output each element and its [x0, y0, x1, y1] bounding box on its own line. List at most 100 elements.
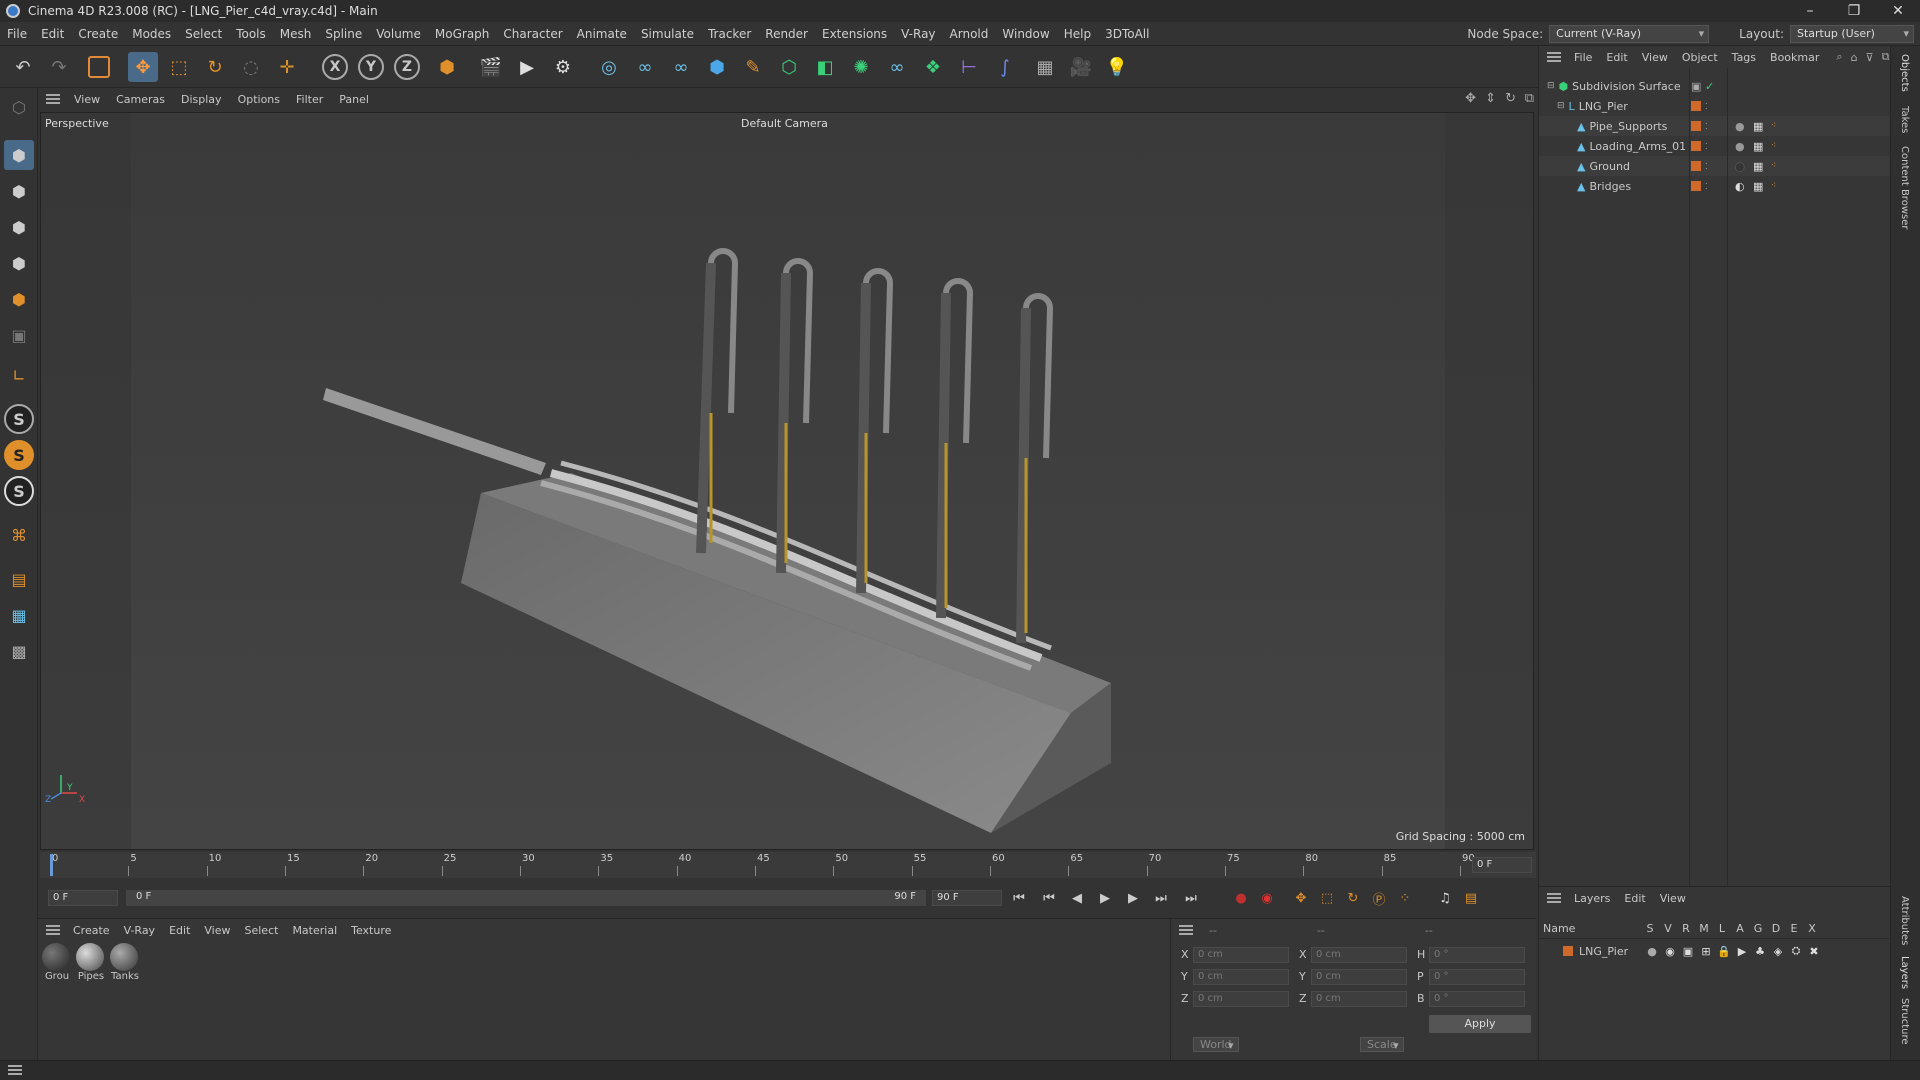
polygons-mode-icon[interactable]: ⬢: [4, 284, 34, 314]
key-position-icon[interactable]: ✥: [1290, 887, 1312, 909]
menu-arnold[interactable]: Arnold: [943, 27, 996, 41]
visibility-dots-icon[interactable]: ⁚: [1705, 142, 1708, 151]
python-icon-2[interactable]: ∞: [666, 52, 696, 82]
layers-col-d[interactable]: D: [1767, 922, 1785, 935]
menu-mograph[interactable]: MoGraph: [428, 27, 497, 41]
menu-mesh[interactable]: Mesh: [273, 27, 319, 41]
edit-toggle-icon[interactable]: ▣: [1691, 80, 1701, 93]
light-icon[interactable]: 💡: [1102, 52, 1132, 82]
key-scale-icon[interactable]: ⬚: [1316, 887, 1338, 909]
uv-mode-icon[interactable]: ▣: [4, 320, 34, 350]
apply-button[interactable]: Apply: [1429, 1015, 1531, 1033]
layer-color-swatch[interactable]: [1563, 946, 1573, 956]
phong-tag-icon[interactable]: ⁖: [1771, 161, 1776, 171]
object-row-lng-pier[interactable]: ⊟ L LNG_Pier ⁚: [1539, 96, 1889, 116]
maximize-button[interactable]: ❐: [1832, 0, 1876, 22]
menu-3dtoall[interactable]: 3DToAll: [1098, 27, 1156, 41]
z-axis-icon[interactable]: Z: [394, 54, 420, 80]
viewport-menu-cameras[interactable]: Cameras: [108, 93, 173, 106]
menu-spline[interactable]: Spline: [318, 27, 369, 41]
locked-workplane-icon[interactable]: ▩: [4, 636, 34, 666]
layers-menu-view[interactable]: View: [1653, 892, 1693, 905]
material-menu-select[interactable]: Select: [238, 924, 286, 937]
menu-volume[interactable]: Volume: [369, 27, 428, 41]
layer-color-swatch[interactable]: [1691, 101, 1701, 111]
previous-frame-icon[interactable]: ◀: [1066, 887, 1088, 909]
end-frame-field[interactable]: 90 F: [932, 890, 1002, 906]
layers-col-e[interactable]: E: [1785, 922, 1803, 935]
undo-icon[interactable]: ↶: [8, 52, 38, 82]
cube-icon[interactable]: ⬢: [702, 52, 732, 82]
material-menu-edit[interactable]: Edit: [162, 924, 197, 937]
side-tab-structure[interactable]: Structure: [1899, 998, 1910, 1045]
expressions-icon[interactable]: ⛭: [1787, 944, 1805, 958]
layers-col-l[interactable]: L: [1713, 922, 1731, 935]
layers-menu-layers[interactable]: Layers: [1567, 892, 1617, 905]
coords-mode-select[interactable]: World: [1193, 1037, 1239, 1052]
material-ground[interactable]: Grou: [42, 943, 72, 989]
uvw-tag-icon[interactable]: ▦: [1753, 160, 1763, 173]
current-frame-field[interactable]: 0 F: [1472, 857, 1532, 873]
layers-col-m[interactable]: M: [1695, 922, 1713, 935]
motion-icon[interactable]: ♫: [1434, 887, 1456, 909]
object-filter-icon[interactable]: ⊽: [1866, 51, 1874, 64]
viewport-hamburger-icon[interactable]: [46, 94, 60, 104]
layers-col-v[interactable]: V: [1659, 922, 1677, 935]
object-new-window-icon[interactable]: ⧉: [1882, 50, 1890, 64]
viewport-menu-display[interactable]: Display: [173, 93, 230, 106]
object-row-bridges[interactable]: ▲ Bridges ⁚ ◐ ▦ ⁖: [1539, 176, 1889, 196]
axis-mode-icon[interactable]: ∟: [4, 360, 34, 390]
menu-modes[interactable]: Modes: [125, 27, 178, 41]
layout-select[interactable]: Startup (User): [1790, 25, 1914, 43]
coords-scale-select[interactable]: Scale: [1360, 1037, 1404, 1052]
layer-color-swatch[interactable]: [1691, 181, 1701, 191]
measure-icon[interactable]: ⊢: [954, 52, 984, 82]
layers-col-r[interactable]: R: [1677, 922, 1695, 935]
coords-y-field[interactable]: 0 cm: [1193, 969, 1289, 985]
object-home-icon[interactable]: ⌂: [1851, 51, 1858, 64]
viewport-menu-view[interactable]: View: [66, 93, 108, 106]
tweak-icon[interactable]: ⌘: [4, 520, 34, 550]
key-pla-icon[interactable]: ⁘: [1394, 887, 1416, 909]
edges-mode-icon[interactable]: ⬢: [4, 248, 34, 278]
viewport-pan-icon[interactable]: ✥: [1465, 91, 1476, 106]
points-mode-icon[interactable]: ⬢: [4, 212, 34, 242]
side-tab-attributes[interactable]: Attributes: [1899, 896, 1910, 945]
material-tag-icon[interactable]: ●: [1735, 120, 1745, 133]
menu-tools[interactable]: Tools: [229, 27, 273, 41]
coords-sy-field[interactable]: 0 cm: [1311, 969, 1407, 985]
layer-row-lng-pier[interactable]: LNG_Pier ● ◉ ▣ ⊞ 🔒 ▶ ♣ ◈ ⛭ ✖: [1539, 941, 1889, 961]
autokey-icon[interactable]: ◉: [1256, 887, 1278, 909]
go-to-end-icon[interactable]: ⏭: [1180, 887, 1202, 909]
object-row-pipe-supports[interactable]: ▲ Pipe_Supports ⁚ ● ▦ ⁖: [1539, 116, 1889, 136]
enabled-check-icon[interactable]: ✓: [1705, 80, 1714, 93]
layers-col-g[interactable]: G: [1749, 922, 1767, 935]
menu-window[interactable]: Window: [995, 27, 1056, 41]
menu-tracker[interactable]: Tracker: [701, 27, 758, 41]
floor-icon[interactable]: ▦: [1030, 52, 1060, 82]
transform-icon[interactable]: ✛: [272, 52, 302, 82]
minimize-button[interactable]: –: [1788, 0, 1832, 22]
side-tab-content-browser[interactable]: Content Browser: [1899, 146, 1910, 229]
material-pipes[interactable]: Pipes: [76, 943, 106, 989]
extrude-icon[interactable]: ◧: [810, 52, 840, 82]
locked-icon[interactable]: 🔒: [1715, 945, 1733, 958]
viewport-menu-options[interactable]: Options: [230, 93, 288, 106]
coords-h-field[interactable]: 0 °: [1429, 947, 1525, 963]
expand-icon[interactable]: ⊟: [1547, 81, 1555, 91]
render-view-icon[interactable]: 🎬: [476, 52, 506, 82]
solo-icon[interactable]: ●: [1643, 945, 1661, 958]
menu-help[interactable]: Help: [1057, 27, 1098, 41]
object-menu-bookmarks[interactable]: Bookmar: [1763, 51, 1826, 64]
node-space-select[interactable]: Current (V-Ray): [1549, 25, 1710, 43]
live-selection-icon[interactable]: [88, 56, 110, 78]
3d-viewport[interactable]: Perspective Default Camera Grid Spacing …: [40, 112, 1534, 850]
snap-icon[interactable]: S: [4, 404, 34, 434]
pen-icon[interactable]: ✎: [738, 52, 768, 82]
material-tag-icon[interactable]: ●: [1735, 160, 1745, 173]
expand-icon[interactable]: ⊟: [1557, 101, 1565, 111]
menu-create[interactable]: Create: [71, 27, 125, 41]
timeline-icon[interactable]: ▤: [1460, 887, 1482, 909]
deformer-icon[interactable]: ∞: [882, 52, 912, 82]
object-mode-icon[interactable]: ⬢: [4, 140, 34, 170]
